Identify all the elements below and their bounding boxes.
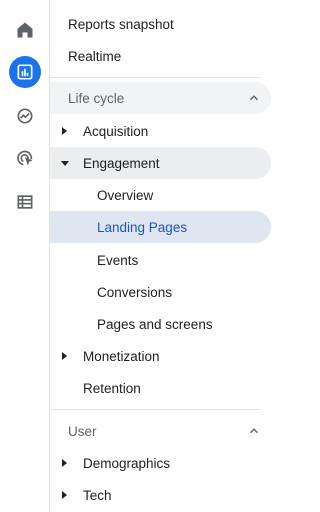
nav-label: Overview	[97, 187, 154, 203]
nav-demographics[interactable]: Demographics	[50, 447, 271, 479]
nav-label: Tech	[83, 487, 112, 503]
nav-acquisition[interactable]: Acquisition	[50, 115, 271, 147]
expand-arrow-icon	[62, 352, 67, 360]
reports-nav-panel: Reports snapshot Realtime Life cycle Acq…	[50, 0, 315, 512]
nav-realtime[interactable]: Realtime	[50, 40, 271, 72]
nav-engagement[interactable]: Engagement	[50, 147, 271, 179]
nav-label: Reports snapshot	[68, 16, 174, 32]
nav-landing-pages[interactable]: Landing Pages	[50, 211, 271, 243]
nav-conversions[interactable]: Conversions	[50, 276, 271, 308]
expand-arrow-icon	[62, 491, 67, 499]
nav-label: Engagement	[83, 155, 160, 171]
nav-tech[interactable]: Tech	[50, 479, 271, 511]
collapse-arrow-icon	[61, 160, 69, 166]
section-title: User	[68, 423, 97, 439]
icon-rail	[0, 0, 50, 512]
expand-arrow-icon	[62, 127, 67, 135]
chevron-up-icon	[249, 95, 259, 101]
explore-icon[interactable]	[9, 100, 41, 132]
nav-events[interactable]: Events	[50, 244, 271, 276]
divider	[50, 77, 260, 78]
chevron-up-icon	[249, 428, 259, 434]
configure-icon[interactable]	[9, 186, 41, 218]
reports-icon[interactable]	[9, 56, 41, 88]
nav-pages-and-screens[interactable]: Pages and screens	[50, 308, 271, 340]
advertising-icon[interactable]	[9, 142, 41, 174]
nav-retention[interactable]: Retention	[50, 372, 271, 404]
nav-reports-snapshot[interactable]: Reports snapshot	[50, 8, 271, 40]
section-title: Life cycle	[68, 90, 125, 106]
nav-label: Events	[97, 252, 139, 268]
nav-label: Monetization	[83, 348, 160, 364]
nav-label: Landing Pages	[97, 219, 188, 235]
nav-label: Pages and screens	[97, 316, 213, 332]
home-icon[interactable]	[9, 14, 41, 46]
divider	[50, 409, 260, 410]
nav-overview[interactable]: Overview	[50, 179, 271, 211]
nav-label: Realtime	[68, 48, 122, 64]
nav-monetization[interactable]: Monetization	[50, 340, 271, 372]
nav-label: Conversions	[97, 284, 173, 300]
section-user[interactable]: User	[50, 415, 271, 447]
nav-label: Retention	[83, 380, 141, 396]
nav-label: Demographics	[83, 455, 171, 471]
expand-arrow-icon	[62, 459, 67, 467]
section-life-cycle[interactable]: Life cycle	[50, 82, 271, 114]
nav-label: Acquisition	[83, 123, 149, 139]
